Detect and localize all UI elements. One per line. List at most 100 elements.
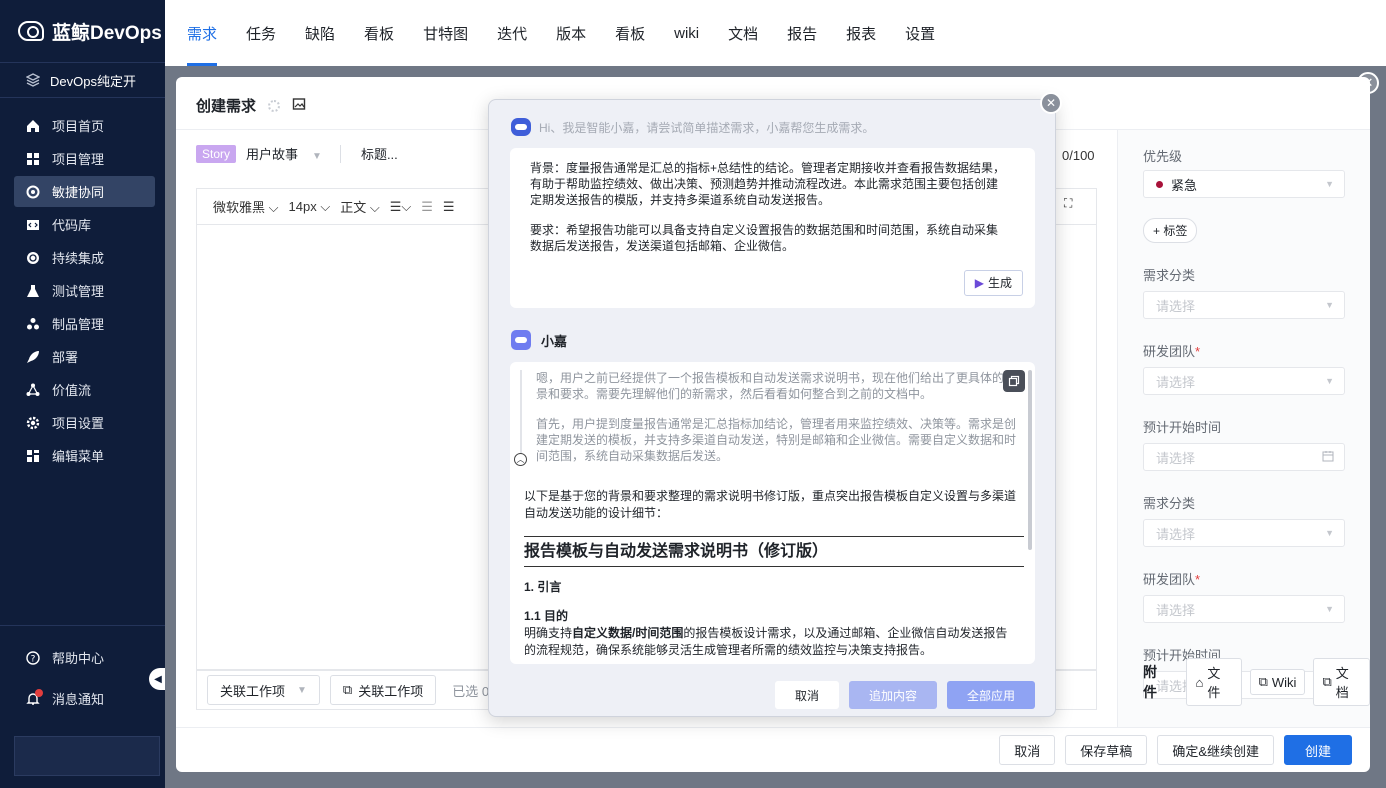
sidebar-item[interactable]: 制品管理	[14, 308, 155, 339]
attach-doc-button[interactable]: ⧉ 文档	[1313, 658, 1370, 706]
associate-work-item-button[interactable]: ⧉ 关联工作项	[329, 675, 437, 705]
sidebar-item[interactable]: 部署	[14, 341, 155, 372]
top-tab[interactable]: 文档	[728, 0, 758, 66]
title-counter: 0/100	[1062, 148, 1095, 163]
project-switcher[interactable]: DevOps纯定开	[0, 62, 165, 98]
ai-cancel-button[interactable]: 取消	[774, 681, 839, 709]
paragraph-style-select[interactable]: 正文 ⌵	[340, 197, 380, 216]
dialog-side-panel: 优先级 紧急 ▼ + 标签 需求分类 请选择 ▼ 研发团队* 请选择 ▼ 预计开始时间 请选择…	[1117, 129, 1370, 727]
priority-dot	[1156, 180, 1163, 188]
priority-label: 优先级	[1143, 149, 1183, 164]
sidebar-item[interactable]: 项目首页	[14, 110, 155, 141]
attach-file-label: 文件	[1207, 666, 1221, 700]
top-tab[interactable]: 任务	[246, 0, 276, 66]
field-label: 研发团队*	[1143, 341, 1345, 359]
top-tab[interactable]: 迭代	[497, 0, 527, 66]
assistant-avatar-icon	[511, 330, 531, 350]
top-tab[interactable]: 需求	[187, 0, 218, 66]
field-label-text: 需求分类	[1143, 268, 1196, 283]
sidebar-item[interactable]: 价值流	[14, 374, 155, 405]
chevron-down-icon: ⌵	[369, 200, 380, 215]
sidebar-item-notify[interactable]: 消息通知	[14, 683, 155, 714]
copy-icon[interactable]	[1003, 370, 1025, 392]
collapse-thinking-icon[interactable]: ︿	[514, 453, 527, 466]
top-tab[interactable]: 看板	[615, 0, 645, 66]
indent-icon[interactable]: ☰	[421, 199, 433, 215]
date-picker[interactable]: 请选择	[1143, 443, 1345, 471]
story-row: Story 用户故事 ▼ 标题...	[196, 144, 398, 163]
image-icon[interactable]	[292, 97, 306, 115]
field-label-text: 预计开始时间	[1143, 420, 1222, 435]
select-field[interactable]: 请选择 ▼	[1143, 595, 1345, 623]
create-button[interactable]: 创建	[1283, 735, 1352, 765]
save-draft-button[interactable]: 保存草稿	[1065, 735, 1148, 765]
attach-file-button[interactable]: ⌂ 文件	[1186, 658, 1242, 706]
top-tab[interactable]: 报告	[787, 0, 817, 66]
confirm-continue-button[interactable]: 确定&继续创建	[1157, 735, 1274, 765]
dialog-title: 创建需求	[196, 95, 306, 116]
field-placeholder: 请选择	[1156, 374, 1196, 390]
sidebar-item[interactable]: 测试管理	[14, 275, 155, 306]
app-logo[interactable]: 蓝鲸DevOps	[0, 0, 165, 62]
sidebar-item-label: 持续集成	[52, 251, 105, 266]
font-size-select[interactable]: 14px ⌵	[289, 199, 331, 215]
purpose-pre: 明确支持	[524, 626, 573, 640]
caret-down-icon: ▼	[1325, 528, 1334, 538]
response-scrollbar[interactable]	[1028, 370, 1032, 550]
sidebar-item[interactable]: 敏捷协同	[14, 176, 155, 207]
top-tab[interactable]: 设置	[905, 0, 935, 66]
fullscreen-icon[interactable]: ⛶	[1064, 196, 1072, 211]
priority-select[interactable]: 紧急 ▼	[1143, 170, 1345, 198]
font-family-select[interactable]: 微软雅黑 ⌵	[213, 197, 279, 216]
align-icon[interactable]: ☰⌵	[390, 199, 412, 215]
thinking-text-2: 首先，用户提到度量报告通常是汇总指标加结论，管理者用来监控绩效、决策等。需求是创…	[536, 417, 1017, 463]
outdent-icon[interactable]: ☰	[443, 199, 455, 215]
link-icon: ⧉	[342, 682, 353, 697]
purpose-text: 明确支持自定义数据/时间范围的报告模板设计需求，以及通过邮箱、企业微信自动发送报…	[524, 625, 1024, 642]
field-placeholder: 请选择	[1156, 298, 1196, 314]
caret-down-icon: ▼	[1325, 604, 1334, 614]
apply-all-button[interactable]: 全部应用	[946, 681, 1035, 709]
ci-icon	[26, 251, 40, 265]
section-heading: 1. 引言	[524, 580, 562, 594]
ai-close-button[interactable]: ✕	[1040, 92, 1062, 114]
prompt-requirement: 要求：希望报告功能可以具备支持自定义设置报告的数据范围和时间范围，系统自动采集 …	[530, 223, 999, 253]
attach-wiki-button[interactable]: ⧉ Wiki	[1249, 669, 1306, 695]
sidebar-item-label: 价值流	[52, 383, 92, 398]
grid-icon	[26, 152, 40, 166]
top-tab[interactable]: 甘特图	[423, 0, 468, 66]
top-tab[interactable]: 报表	[846, 0, 876, 66]
ai-prompt-input[interactable]: 背景：度量报告通常是汇总的指标+总结性的结论。管理者定期接收并查看报告数据结果，…	[510, 148, 1035, 308]
select-field[interactable]: 请选择 ▼	[1143, 367, 1345, 395]
select-field[interactable]: 请选择 ▼	[1143, 519, 1345, 547]
top-tab[interactable]: 缺陷	[305, 0, 335, 66]
generate-button[interactable]: ▶ 生成	[963, 270, 1023, 296]
title-input[interactable]: 标题...	[361, 144, 398, 163]
sidebar-item[interactable]: 项目管理	[14, 143, 155, 174]
svg-text:?: ?	[31, 654, 36, 664]
append-content-button[interactable]: 追加内容	[848, 681, 937, 709]
add-tag-button[interactable]: + 标签	[1143, 218, 1198, 243]
sidebar-item-label: 消息通知	[52, 692, 105, 707]
robot-icon	[511, 118, 531, 136]
select-field[interactable]: 请选择 ▼	[1143, 291, 1345, 319]
upload-icon: ⌂	[1195, 674, 1204, 690]
sidebar-nav: 项目首页 项目管理 敏捷协同 代码库持续集成测试管理制品管理 部署价值流项目设置 编辑菜单	[0, 98, 165, 471]
priority-value-text: 紧急	[1171, 177, 1198, 193]
field-label: 需求分类	[1143, 493, 1345, 511]
artifact-icon	[26, 317, 40, 331]
sidebar-item[interactable]: 持续集成	[14, 242, 155, 273]
sidebar-item[interactable]: 项目设置	[14, 407, 155, 438]
top-tab[interactable]: wiki	[674, 0, 699, 66]
story-type-select[interactable]: 用户故事 ▼	[246, 144, 322, 163]
sidebar-item-label: 测试管理	[52, 284, 105, 299]
prompt-background: 背景：度量报告通常是汇总的指标+总结性的结论。管理者定期接收并查看报告数据结果，…	[530, 161, 1006, 207]
sidebar-item[interactable]: 代码库	[14, 209, 155, 240]
cancel-button[interactable]: 取消	[999, 735, 1056, 765]
top-tab[interactable]: 版本	[556, 0, 586, 66]
top-tab[interactable]: 看板	[364, 0, 394, 66]
sidebar-item[interactable]: 编辑菜单	[14, 440, 155, 471]
thinking-text-1: 嗯，用户之前已经提供了一个报告模板和自动发送需求说明书，现在他们给出了更具体的背…	[536, 371, 1017, 401]
associate-type-select[interactable]: 关联工作项 ▼	[207, 675, 320, 705]
sidebar-item-help[interactable]: ? 帮助中心	[14, 642, 155, 673]
